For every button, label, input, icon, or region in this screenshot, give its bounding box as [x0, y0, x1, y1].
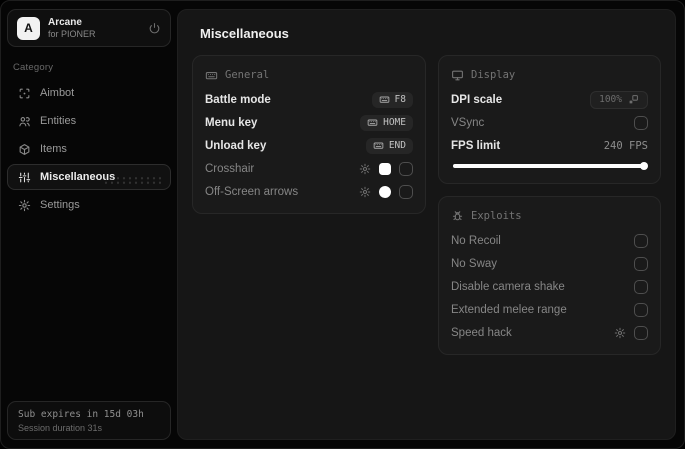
- exploits-card: Exploits No Recoil No Sway Disable camer…: [438, 196, 661, 355]
- scan-icon: [18, 87, 31, 100]
- exploits-card-header: Exploits: [451, 206, 648, 226]
- crosshair-row: Crosshair: [205, 157, 413, 180]
- disable-camera-shake-checkbox[interactable]: [634, 279, 648, 294]
- monitor-icon: [451, 69, 464, 82]
- sidebar-item-label: Aimbot: [40, 87, 75, 99]
- menu-key-keybind[interactable]: HOME: [360, 114, 413, 131]
- speed-hack-checkbox[interactable]: [634, 325, 648, 340]
- speed-hack-row: Speed hack: [451, 321, 648, 344]
- fps-limit-row: FPS limit 240 FPS: [451, 134, 648, 157]
- general-card: General Battle mode F8 Menu key HOME Unl…: [192, 55, 426, 214]
- keybind-value: F8: [394, 94, 406, 105]
- vsync-label: VSync: [451, 116, 485, 129]
- no-sway-label: No Sway: [451, 257, 498, 270]
- display-card-header: Display: [451, 65, 648, 85]
- fps-limit-label: FPS limit: [451, 139, 501, 152]
- dpi-scale-row: DPI scale 100%: [451, 88, 648, 111]
- bug-icon: [451, 210, 464, 223]
- dpi-scale-select[interactable]: 100%: [590, 90, 648, 109]
- general-card-header: General: [205, 65, 413, 85]
- unload-key-row: Unload key END: [205, 134, 413, 157]
- dpi-scale-label: DPI scale: [451, 93, 503, 106]
- keyboard-icon: [373, 140, 384, 151]
- category-label: Category: [13, 62, 54, 73]
- fps-limit-slider[interactable]: [453, 161, 649, 171]
- brand-card: A Arcane for PIONER: [7, 9, 171, 47]
- main-panel: Miscellaneous General Battle mode F8 Men…: [177, 9, 676, 440]
- crosshair-color-swatch[interactable]: [379, 162, 391, 175]
- gear-icon[interactable]: [614, 327, 626, 339]
- sub-expiry-text: Sub expires in 15d 03h: [18, 409, 144, 420]
- scale-icon: [628, 94, 639, 105]
- offscreen-arrows-label: Off-Screen arrows: [205, 185, 299, 198]
- menu-key-label: Menu key: [205, 116, 258, 129]
- extended-melee-range-label: Extended melee range: [451, 303, 567, 316]
- app-subtitle: for PIONER: [48, 28, 96, 39]
- battle-mode-keybind[interactable]: F8: [371, 91, 413, 108]
- power-icon[interactable]: [148, 22, 161, 35]
- sidebar-item-entities[interactable]: Entities: [7, 108, 171, 134]
- app-window: A Arcane for PIONER Category Aimbot Enti…: [0, 0, 685, 449]
- crosshair-checkbox[interactable]: [399, 161, 413, 176]
- crosshair-label: Crosshair: [205, 162, 255, 175]
- sidebar-item-label: Settings: [40, 199, 80, 211]
- gear-icon[interactable]: [359, 186, 371, 198]
- unload-key-keybind[interactable]: END: [365, 137, 413, 154]
- sidebar-item-items[interactable]: Items: [7, 136, 171, 162]
- no-sway-row: No Sway: [451, 252, 648, 275]
- sidebar-item-label: Miscellaneous: [40, 171, 116, 183]
- vsync-checkbox[interactable]: [634, 115, 648, 130]
- slider-fill: [453, 164, 645, 168]
- keybind-value: HOME: [383, 117, 406, 128]
- sidebar-nav: Aimbot Entities Items Miscellaneous Sett…: [7, 80, 171, 218]
- keyboard-icon: [205, 69, 218, 82]
- slider-knob[interactable]: [640, 162, 649, 170]
- vsync-row: VSync: [451, 111, 648, 134]
- menu-key-row: Menu key HOME: [205, 111, 413, 134]
- gear-icon[interactable]: [359, 163, 371, 175]
- users-icon: [18, 115, 31, 128]
- no-recoil-checkbox[interactable]: [634, 233, 648, 248]
- sliders-icon: [18, 171, 31, 184]
- card-title: Display: [471, 69, 516, 81]
- keyboard-icon: [367, 117, 378, 128]
- keyboard-icon: [379, 94, 390, 105]
- brand-text: Arcane for PIONER: [48, 17, 96, 40]
- gear-icon: [18, 199, 31, 212]
- display-card: Display DPI scale 100% VSync FPS limit 2…: [438, 55, 661, 184]
- offscreen-arrows-row: Off-Screen arrows: [205, 180, 413, 203]
- sidebar-item-aimbot[interactable]: Aimbot: [7, 80, 171, 106]
- fps-limit-value: 240 FPS: [603, 139, 648, 152]
- disable-camera-shake-label: Disable camera shake: [451, 280, 565, 293]
- sidebar-item-label: Entities: [40, 115, 77, 127]
- unload-key-label: Unload key: [205, 139, 267, 152]
- no-sway-checkbox[interactable]: [634, 256, 648, 271]
- no-recoil-row: No Recoil: [451, 229, 648, 252]
- page-title: Miscellaneous: [200, 26, 289, 41]
- sidebar-item-settings[interactable]: Settings: [7, 192, 171, 218]
- card-title: Exploits: [471, 210, 522, 222]
- card-title: General: [225, 69, 270, 81]
- extended-melee-range-checkbox[interactable]: [634, 302, 648, 317]
- sidebar-item-label: Items: [40, 143, 67, 155]
- subscription-card: Sub expires in 15d 03h Session duration …: [7, 401, 171, 440]
- extended-melee-range-row: Extended melee range: [451, 298, 648, 321]
- box-icon: [18, 143, 31, 156]
- battle-mode-label: Battle mode: [205, 93, 271, 106]
- keybind-value: END: [388, 140, 406, 151]
- app-name: Arcane: [48, 16, 82, 28]
- speed-hack-label: Speed hack: [451, 326, 512, 339]
- no-recoil-label: No Recoil: [451, 234, 501, 247]
- battle-mode-row: Battle mode F8: [205, 88, 413, 111]
- offscreen-arrows-color-swatch[interactable]: [379, 185, 391, 198]
- app-logo: A: [17, 16, 40, 40]
- disable-camera-shake-row: Disable camera shake: [451, 275, 648, 298]
- offscreen-arrows-checkbox[interactable]: [399, 184, 413, 199]
- sidebar: A Arcane for PIONER Category Aimbot Enti…: [1, 1, 177, 448]
- dpi-scale-value: 100%: [599, 94, 622, 105]
- sidebar-item-miscellaneous[interactable]: Miscellaneous: [7, 164, 171, 190]
- session-duration-text: Session duration 31s: [18, 423, 103, 433]
